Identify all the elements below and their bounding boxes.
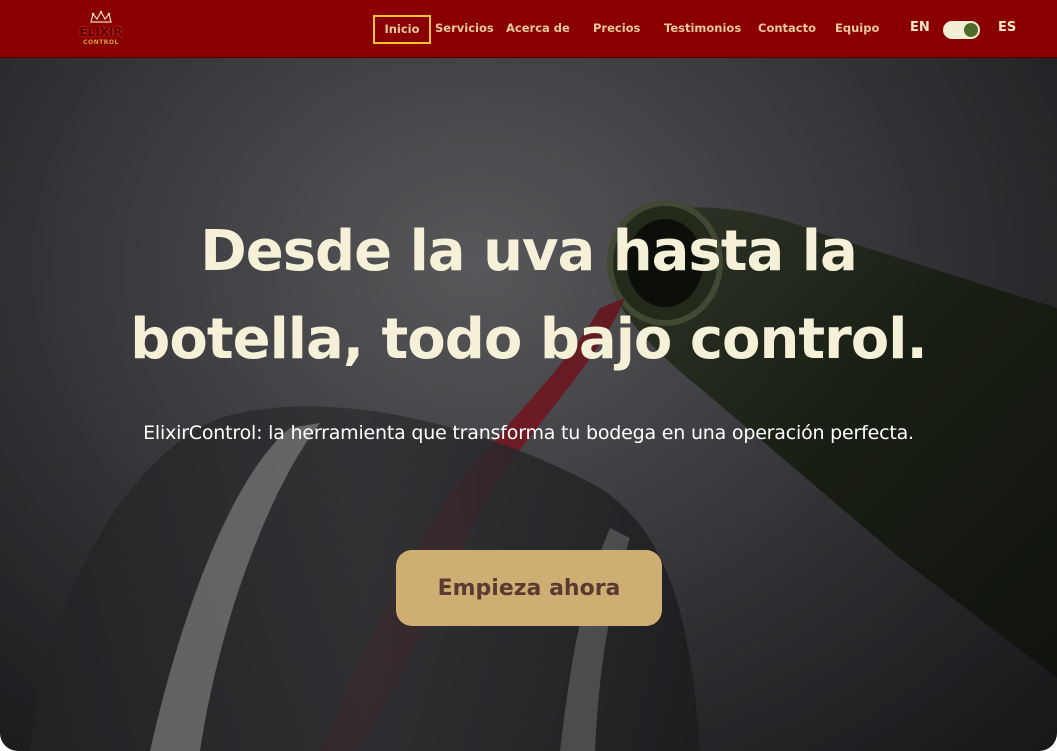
language-toggle[interactable] — [943, 21, 980, 39]
lang-label-es: ES — [998, 20, 1017, 35]
hero-title-line-1: Desde la uva hasta la — [200, 219, 858, 284]
lang-label-en: EN — [910, 20, 930, 35]
get-started-button[interactable]: Empieza ahora — [396, 550, 662, 626]
nav-link-equipo[interactable]: Equipo — [835, 21, 879, 35]
nav-link-inicio[interactable]: Inicio — [373, 15, 431, 44]
nav-link-servicios[interactable]: Servicios — [435, 21, 494, 35]
nav-link-contacto[interactable]: Contacto — [758, 21, 816, 35]
hero-title: Desde la uva hasta la botella, todo bajo… — [40, 208, 1017, 384]
hero-title-line-2: botella, todo bajo control. — [130, 307, 927, 372]
nav-link-precios[interactable]: Precios — [593, 21, 640, 35]
hero-background-image — [0, 58, 1057, 751]
landing-page: ELIXIR CONTROL Inicio Servicios Acerca d… — [0, 0, 1057, 751]
nav-link-testimonios[interactable]: Testimonios — [664, 21, 741, 35]
navbar: ELIXIR CONTROL Inicio Servicios Acerca d… — [0, 0, 1057, 58]
hero-subtitle: ElixirControl: la herramienta que transf… — [143, 422, 914, 444]
hero-section: Desde la uva hasta la botella, todo bajo… — [0, 58, 1057, 751]
nav-link-acerca-de[interactable]: Acerca de — [506, 21, 570, 35]
main-nav: Inicio Servicios Acerca de Precios Testi… — [0, 0, 1057, 58]
toggle-knob — [964, 23, 978, 37]
